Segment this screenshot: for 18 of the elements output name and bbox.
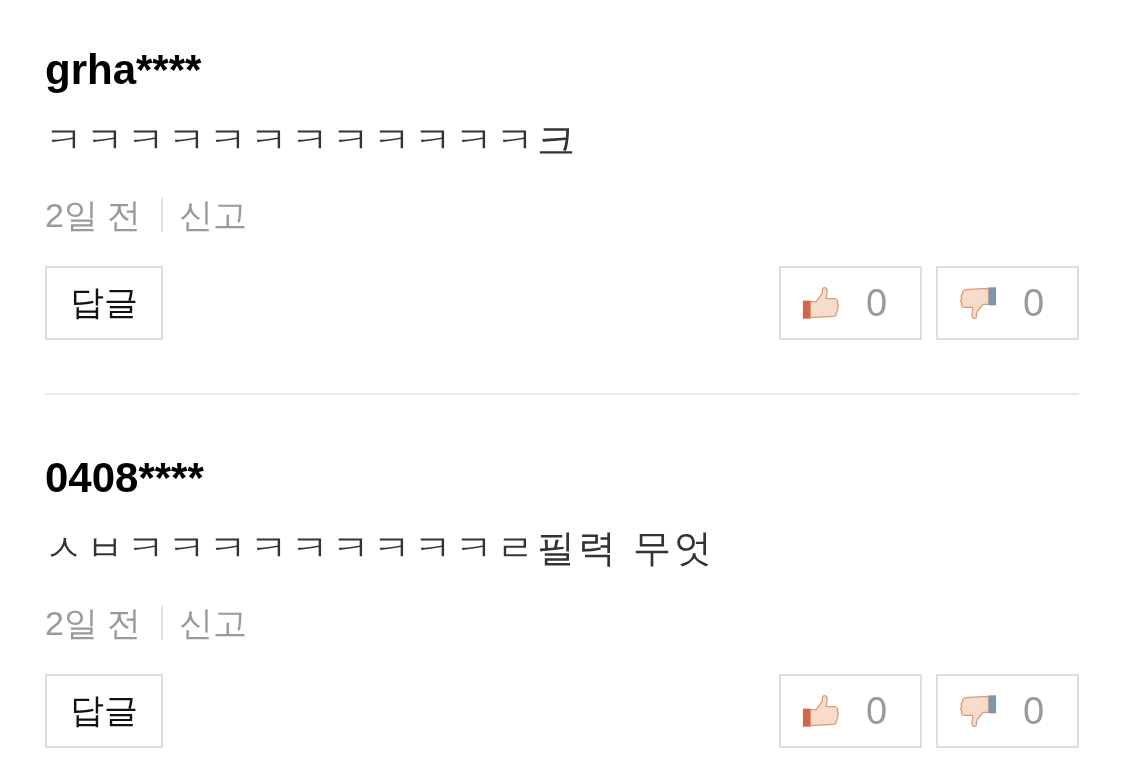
comment-text: ㅅㅂㅋㅋㅋㅋㅋㅋㅋㅋㅋㄹ필력 무엇 bbox=[45, 526, 716, 571]
reply-button[interactable]: 답글 bbox=[45, 674, 163, 748]
comment-time: 2일 전 bbox=[45, 195, 142, 236]
like-button[interactable]: 0 bbox=[779, 266, 922, 340]
thumbs-up-icon bbox=[802, 286, 840, 320]
thumbs-down-icon bbox=[959, 694, 997, 728]
reply-button[interactable]: 답글 bbox=[45, 266, 163, 340]
report-link[interactable]: 신고 bbox=[179, 598, 248, 648]
thumbs-down-icon bbox=[959, 286, 997, 320]
dislike-button[interactable]: 0 bbox=[936, 266, 1079, 340]
comment-text: ㅋㅋㅋㅋㅋㅋㅋㅋㅋㅋㅋㅋ크 bbox=[45, 118, 579, 163]
comment-time: 2일 전 bbox=[45, 603, 142, 644]
dislike-button[interactable]: 0 bbox=[936, 674, 1079, 748]
thumbs-up-icon bbox=[802, 694, 840, 728]
comment-username: 0408**** bbox=[45, 453, 204, 503]
comment-username: grha**** bbox=[45, 45, 202, 95]
like-button[interactable]: 0 bbox=[779, 674, 922, 748]
report-link[interactable]: 신고 bbox=[179, 190, 248, 240]
